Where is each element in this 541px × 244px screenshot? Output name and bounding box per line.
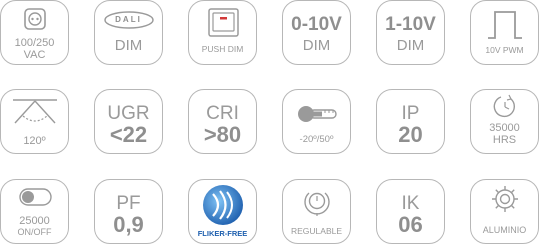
temperature-tile: -20º/50º [282, 89, 351, 154]
dimmable-label: REGULABLE [290, 226, 343, 236]
onoff-tile: 25000 ON/OFF [0, 179, 69, 244]
ugr-value: <22 [109, 122, 148, 147]
pf-label: PF [116, 193, 141, 214]
ip-label: IP [401, 103, 420, 124]
hours-tile: 35000 HRS [470, 89, 539, 154]
cri-tile: CRI >80 [188, 89, 257, 154]
push-switch-icon [208, 8, 239, 37]
hours-value: 35000 [489, 122, 520, 134]
0-10v-tile: 0-10V DIM [282, 0, 351, 65]
ip-tile: IP 20 [376, 89, 445, 154]
dali-label: DIM [114, 37, 143, 54]
beam-angle-tile: 120º [0, 89, 69, 154]
cri-label: CRI [206, 103, 239, 124]
1-10v-label: 1-10V [385, 14, 436, 35]
ip-value: 20 [398, 122, 423, 147]
pf-tile: PF 0,9 [94, 179, 163, 244]
hours-unit: HRS [492, 134, 517, 146]
dali-badge-icon [104, 11, 154, 29]
dimmable-tile: REGULABLE [282, 179, 351, 244]
pushdim-label: PUSH DIM [201, 44, 244, 54]
ugr-label: UGR [107, 103, 150, 124]
0-10v-dim: DIM [302, 37, 331, 54]
voltage-label-2: VAC [23, 49, 46, 61]
pf-value: 0,9 [113, 212, 144, 237]
1-10v-dim: DIM [396, 37, 425, 54]
flicker-free-tile: FLIKER-FREE [188, 179, 257, 244]
beam-angle-label: 120º [23, 135, 46, 147]
ik-label: IK [401, 193, 420, 214]
ik-tile: IK 06 [376, 179, 445, 244]
onoff-unit: ON/OFF [17, 227, 52, 237]
pwm-label: 10V PWM [485, 45, 524, 55]
dali-logo-text: DALI [115, 15, 142, 24]
voltage-tile: 100/250 VAC [0, 0, 69, 65]
pwm-wave-icon [488, 11, 522, 39]
1-10v-tile: 1-10V DIM [376, 0, 445, 65]
dali-tile: DALI DIM [94, 0, 163, 65]
material-label: ALUMINIO [482, 225, 527, 235]
voltage-label-1: 100/250 [14, 37, 55, 49]
cri-value: >80 [203, 122, 242, 147]
material-tile: ALUMINIO [470, 179, 539, 244]
pushdim-tile: PUSH DIM [188, 0, 257, 65]
ik-value: 06 [398, 212, 423, 237]
ugr-tile: UGR <22 [94, 89, 163, 154]
feature-icon-grid: 100/250 VAC DALI DIM PUSH DIM 0-10V DIM … [0, 0, 541, 244]
0-10v-label: 0-10V [291, 14, 342, 35]
temperature-label: -20º/50º [299, 134, 334, 145]
pwm-tile: 10V PWM [470, 0, 539, 65]
onoff-value: 25000 [19, 215, 50, 227]
flicker-free-label: FLIKER-FREE [197, 229, 248, 238]
